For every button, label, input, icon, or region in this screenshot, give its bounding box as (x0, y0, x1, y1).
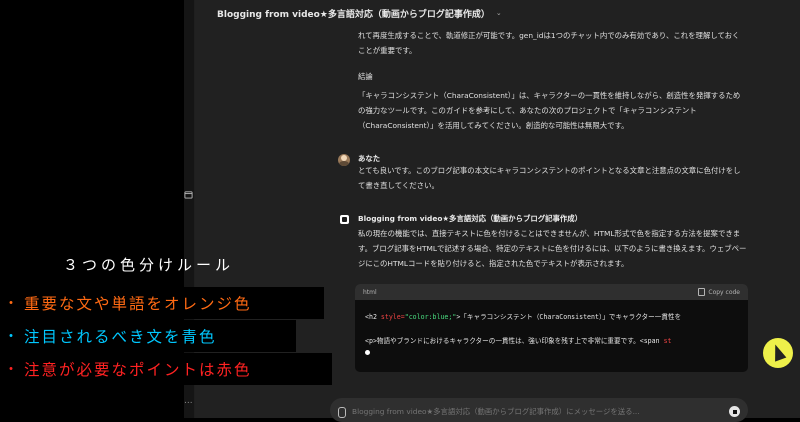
rule-text: 重要な文や単語をオレンジ色 (24, 295, 252, 313)
model-selector[interactable]: Blogging from video★多言語対応（動画からブログ記事作成） ⌄ (217, 6, 502, 20)
assistant-prev-paragraph: れて再度生成することで、軌道修正が可能です。gen_idは1つのチャット内でのみ… (358, 31, 740, 55)
code-block: html Copy code <h2 style="color:blue;">「… (355, 284, 748, 372)
conclusion-paragraph: 「キャラコンシステント（CharaConsistent）」は、キャラクターの一貫… (358, 91, 741, 130)
message-composer (330, 398, 748, 422)
stop-icon (732, 409, 737, 414)
gpt-avatar (340, 215, 349, 224)
user-message: とても良いです。このブログ記事の本文にキャラコンシステントのポイントとなる文章と… (358, 166, 741, 190)
attach-icon[interactable] (338, 407, 346, 418)
rule-red: ・ 注意が必要なポイントは赤色 (0, 353, 332, 385)
code-line: <p>物語やブランドにおけるキャラクターの一貫性は、強い印象を残す上で非常に重要… (365, 337, 672, 345)
assistant-name: Blogging from video★多言語対応（動画からブログ記事作成） (358, 214, 583, 223)
copy-icon (698, 288, 706, 296)
code-header: html Copy code (355, 284, 748, 300)
message-input[interactable] (352, 407, 712, 416)
rule-text: 注意が必要なポイントは赤色 (24, 361, 252, 379)
sidebar-more-icon[interactable]: ... (184, 396, 193, 406)
chevron-down-icon: ⌄ (495, 9, 502, 17)
user-avatar (338, 154, 350, 166)
rule-blue: ・ 注目されるべき文を青色 (0, 320, 296, 352)
code-language: html (363, 288, 377, 296)
copy-code-label: Copy code (708, 288, 740, 296)
code-line: <h2 style="color:blue;">「キャラコンシステント（Char… (365, 313, 682, 321)
page-title: Blogging from video★多言語対応（動画からブログ記事作成） (217, 9, 490, 20)
streaming-indicator (365, 350, 370, 355)
rule-orange: ・ 重要な文や単語をオレンジ色 (0, 287, 324, 319)
rule-text: 注目されるべき文を青色 (24, 328, 217, 346)
copy-code-button[interactable]: Copy code (698, 288, 740, 296)
rules-title: ３つの色分けルール (63, 256, 235, 274)
calendar-icon[interactable] (184, 190, 193, 199)
conclusion-heading: 結論 (358, 72, 373, 81)
assistant-message: 私の現在の機能では、直接テキストに色を付けることはできませんが、HTML形式で色… (358, 229, 747, 268)
color-rules-overlay: ・ 重要な文や単語をオレンジ色 ・ 注目されるべき文を青色 ・ 注意が必要なポイ… (0, 287, 332, 386)
stop-generating-button[interactable] (729, 406, 740, 417)
